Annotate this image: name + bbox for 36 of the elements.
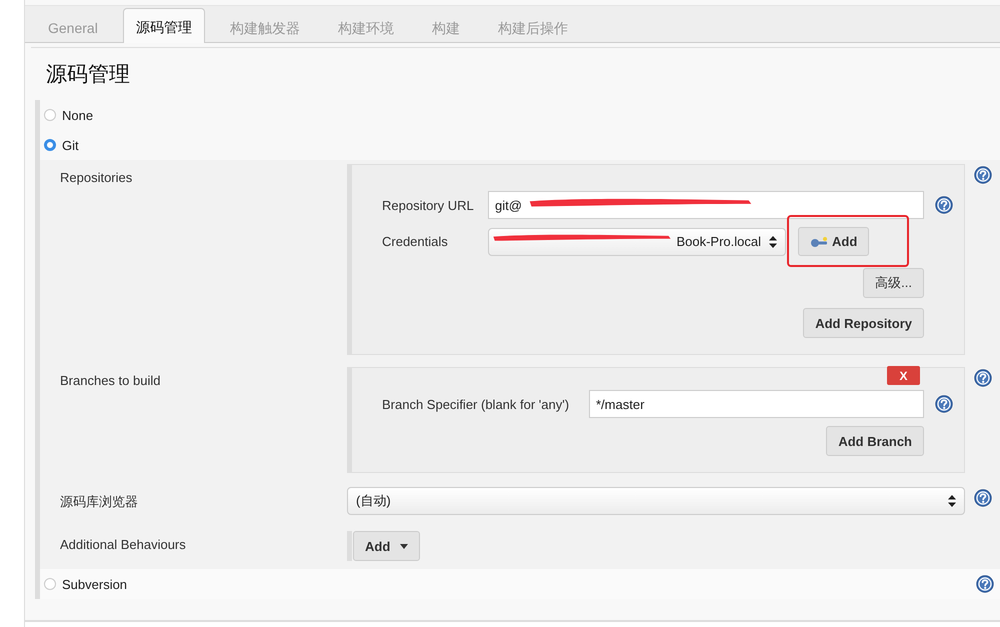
up-down-arrows-icon <box>948 495 956 507</box>
field-label: Additional Behaviours <box>60 537 186 552</box>
help-icon <box>974 166 992 184</box>
browser-select[interactable]: (自动) <box>347 487 965 515</box>
help-icon <box>935 395 953 413</box>
section-title: 源码管理 <box>46 62 131 88</box>
radio-button[interactable] <box>44 139 56 151</box>
radio-button[interactable] <box>44 578 56 590</box>
field-label: Branch Specifier (blank for 'any') <box>382 396 570 412</box>
select-value: (自动) <box>356 492 391 510</box>
field-label: Credentials <box>382 234 449 249</box>
branch-field[interactable]: */master <box>589 390 924 418</box>
add-credentials-button[interactable]: Add <box>798 227 870 256</box>
help-icon <box>974 369 992 387</box>
field-label: Branches to build <box>60 373 160 388</box>
caret-icon <box>400 544 408 548</box>
option-label: None <box>62 108 94 122</box>
add-branch-button[interactable]: Add Branch <box>826 426 924 456</box>
option-label: Subversion <box>62 576 128 592</box>
help-icon <box>935 196 953 214</box>
field-label: Repositories <box>60 170 132 185</box>
field-label: 源码库浏览器 <box>60 494 138 509</box>
delete-button[interactable]: X <box>887 366 920 385</box>
add-repository-button[interactable]: Add Repository <box>803 308 924 338</box>
radio-button[interactable] <box>44 109 56 121</box>
add-dropdown-button[interactable]: Add <box>353 531 420 561</box>
up-down-arrows-icon <box>769 236 777 248</box>
option-label: Git <box>62 138 79 152</box>
help-icon <box>974 489 992 507</box>
advanced-button[interactable]: 高级... <box>863 268 924 298</box>
key-icon <box>810 236 828 248</box>
help-icon <box>976 575 994 593</box>
select-value: Book-Pro.local <box>676 234 761 249</box>
field-label: Repository URL <box>382 198 475 212</box>
tab[interactable]: 源码管理 <box>122 8 205 43</box>
credentials-select[interactable]: Book-Pro.local <box>488 228 786 256</box>
